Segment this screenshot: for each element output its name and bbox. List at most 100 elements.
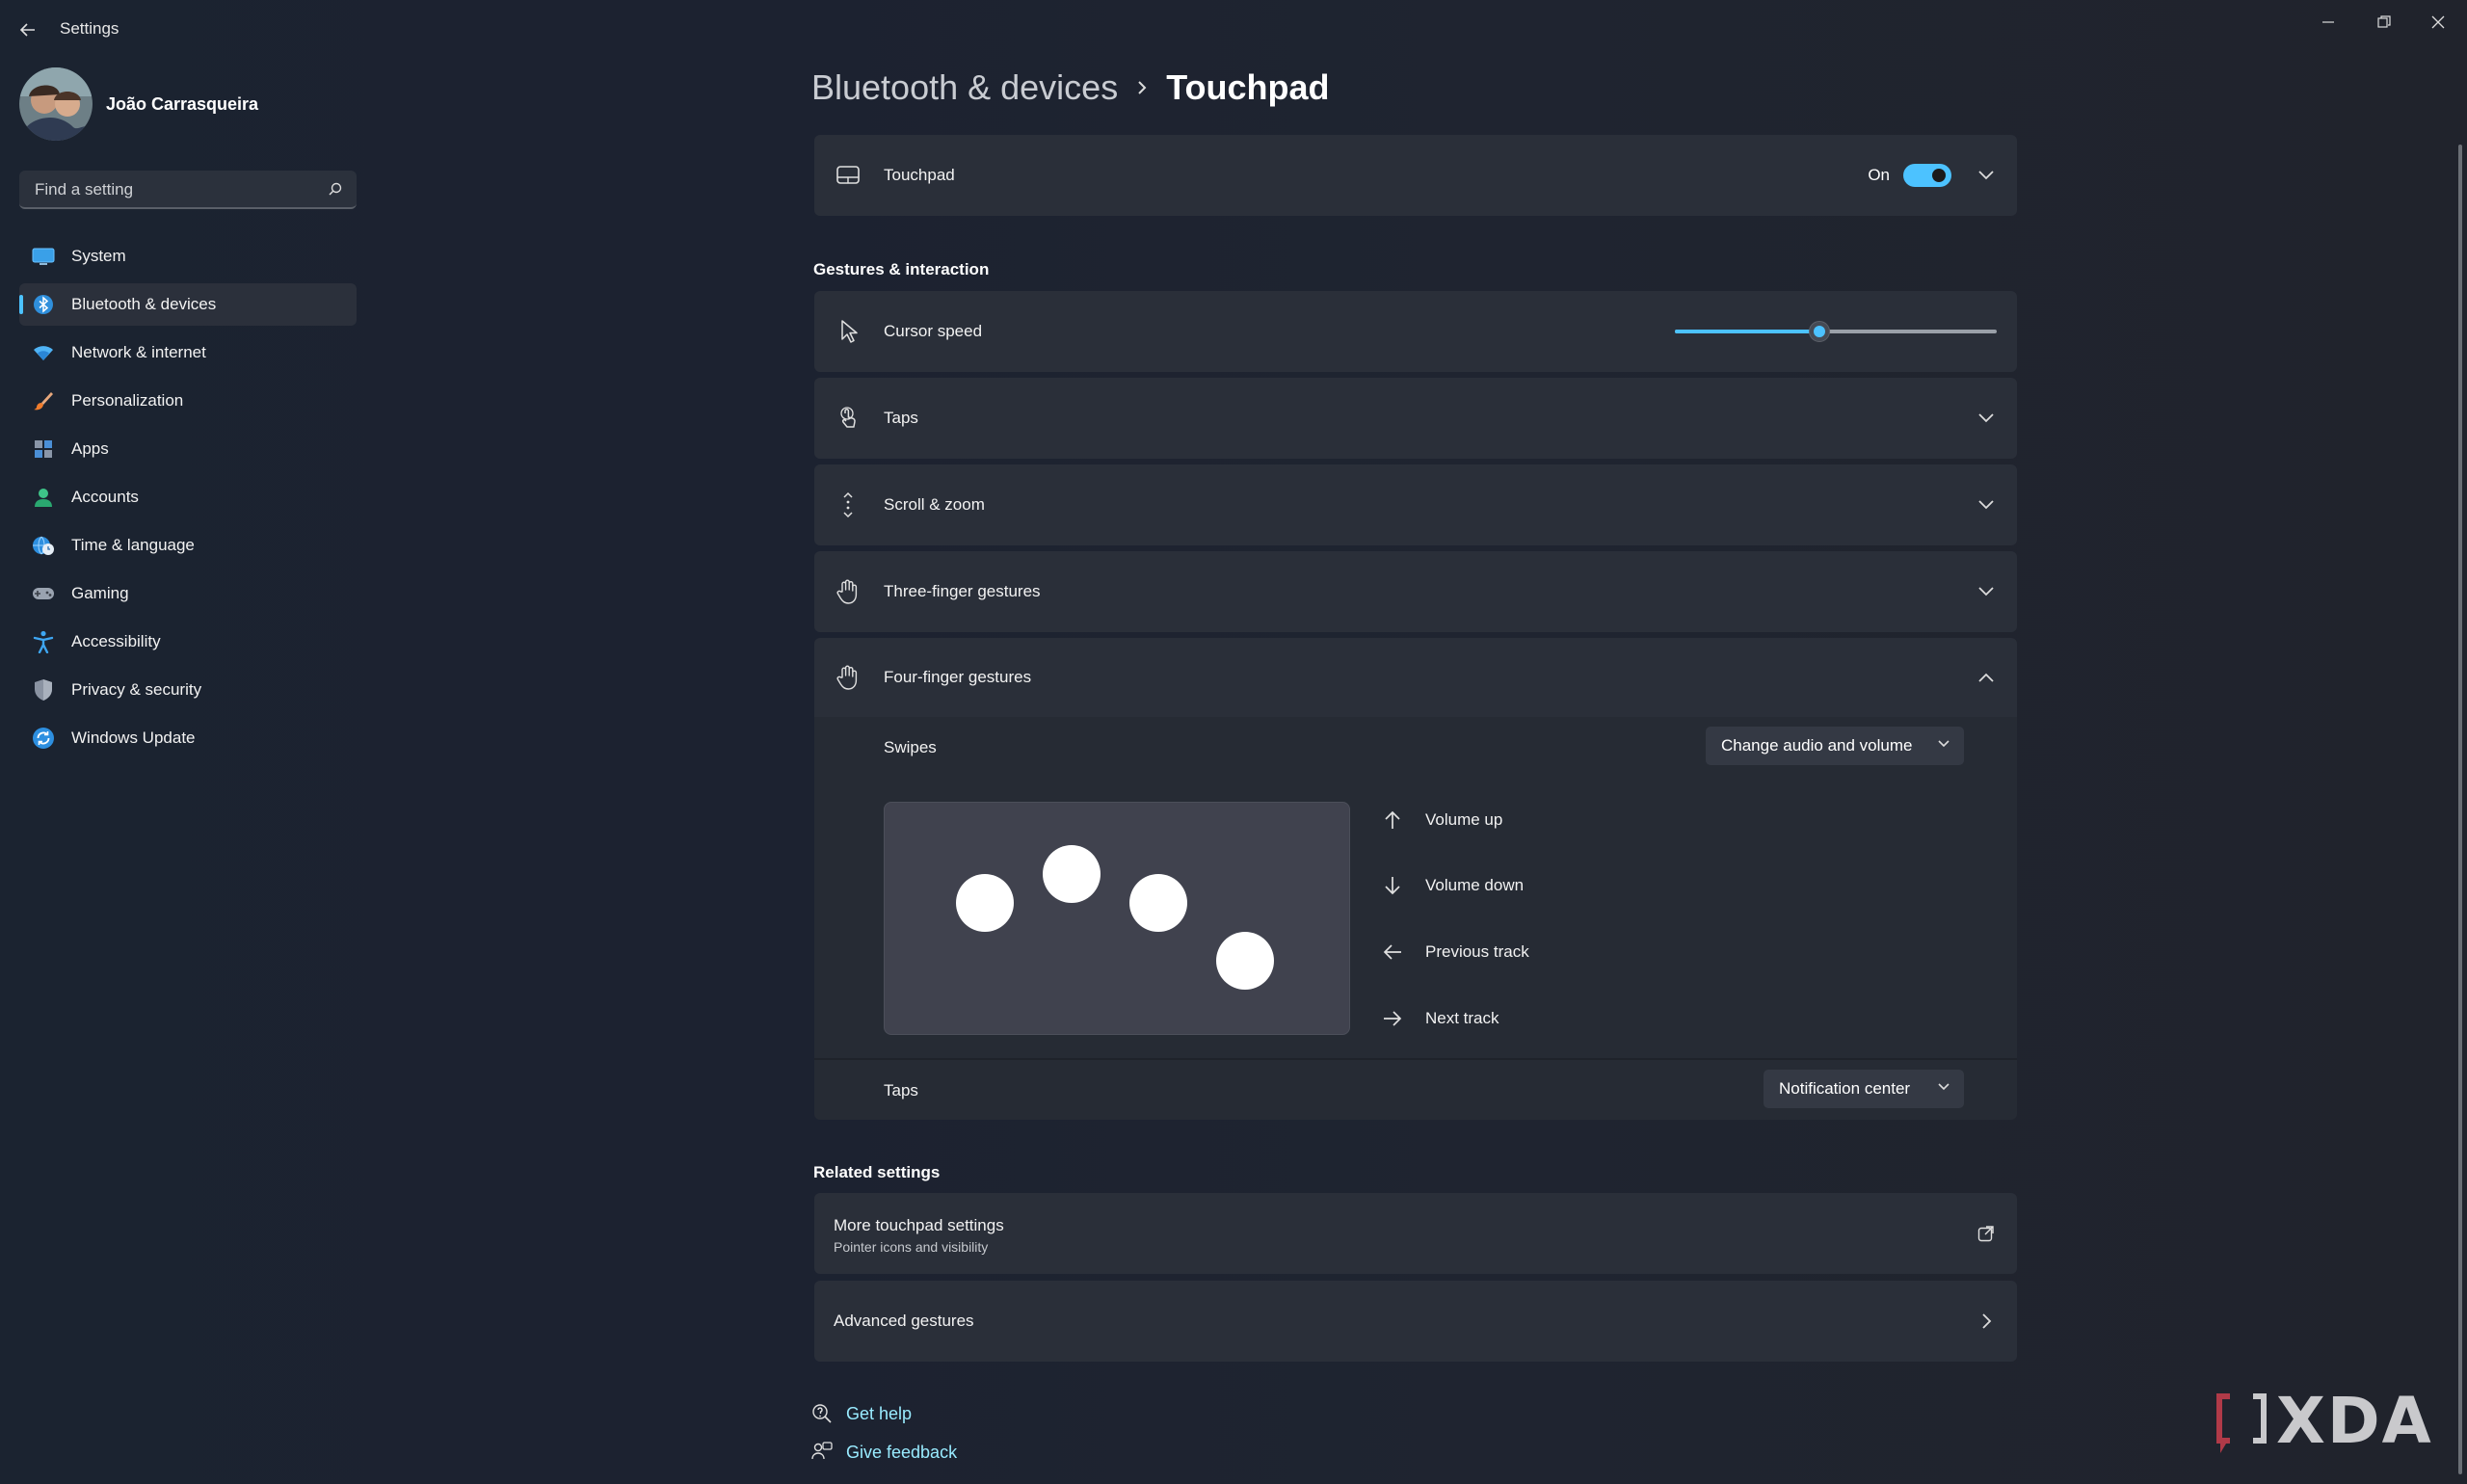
xda-text: XDA [2276, 1384, 2433, 1458]
sidebar-item-time-language[interactable]: Time & language [19, 524, 357, 567]
breadcrumb: Bluetooth & devices Touchpad [811, 67, 1330, 108]
restore-icon [2377, 15, 2391, 28]
give-feedback-text[interactable]: Give feedback [846, 1443, 957, 1463]
toggle-state-text: On [1868, 166, 1890, 184]
user-profile[interactable]: João Carrasqueira [19, 67, 258, 141]
sidebar-nav: System Bluetooth & devices Network & int… [19, 235, 357, 765]
search-box[interactable] [19, 171, 357, 209]
gesture-swipe-up: Volume up [1381, 808, 1502, 832]
more-touchpad-settings-card[interactable]: More touchpad settings Pointer icons and… [814, 1193, 2017, 1274]
advanced-gestures-title: Advanced gestures [834, 1312, 974, 1330]
gesture-label: Volume up [1425, 810, 1503, 829]
chevron-down-icon [1938, 1083, 1950, 1091]
chevron-right-icon [1135, 78, 1149, 97]
swipes-dropdown[interactable]: Change audio and volume [1706, 727, 1964, 765]
more-touchpad-subtitle: Pointer icons and visibility [834, 1239, 989, 1255]
wifi-icon [31, 340, 56, 365]
back-button[interactable] [13, 15, 42, 44]
person-icon [31, 485, 56, 510]
gesture-label: Previous track [1425, 942, 1529, 961]
breadcrumb-parent[interactable]: Bluetooth & devices [811, 67, 1118, 108]
arrow-up-icon [1381, 808, 1404, 832]
gesture-swipe-right: Next track [1381, 1007, 1499, 1030]
get-help-text[interactable]: Get help [846, 1404, 912, 1424]
touchpad-icon [834, 161, 862, 190]
chevron-down-icon[interactable] [1975, 580, 1998, 603]
scroll-icon [834, 490, 862, 519]
section-title-gestures: Gestures & interaction [813, 260, 990, 278]
user-name: João Carrasqueira [106, 93, 259, 114]
touchpad-toggle[interactable] [1903, 164, 1951, 187]
help-icon [812, 1404, 832, 1423]
chevron-right-icon[interactable] [1975, 1310, 1998, 1333]
chevron-down-icon[interactable] [1975, 493, 1998, 517]
sidebar-item-accounts[interactable]: Accounts [19, 476, 357, 518]
sidebar-item-system[interactable]: System [19, 235, 357, 278]
close-button[interactable] [2411, 6, 2465, 39]
hand-icon [834, 577, 862, 606]
search-icon[interactable] [328, 181, 343, 197]
sidebar-item-apps[interactable]: Apps [19, 428, 357, 470]
cursor-icon [834, 317, 862, 346]
arrow-right-icon [1381, 1007, 1404, 1030]
sidebar-item-bluetooth-devices[interactable]: Bluetooth & devices [19, 283, 357, 326]
taps-card[interactable]: Taps [814, 378, 2017, 459]
globe-clock-icon [31, 533, 56, 558]
restore-button[interactable] [2357, 6, 2411, 39]
four-finger-card[interactable]: Four-finger gestures [814, 638, 2017, 717]
scrollbar[interactable] [2458, 145, 2462, 1474]
touchpad-toggle-card[interactable]: Touchpad On [814, 135, 2017, 216]
search-input[interactable] [33, 171, 326, 209]
cursor-speed-slider[interactable] [1675, 321, 1997, 342]
sidebar-item-network-internet[interactable]: Network & internet [19, 331, 357, 374]
sidebar-item-windows-update[interactable]: Windows Update [19, 717, 357, 759]
arrow-down-icon [1381, 874, 1404, 897]
sidebar-item-privacy-security[interactable]: Privacy & security [19, 669, 357, 711]
sidebar-item-label: Windows Update [71, 729, 196, 747]
finger-dot [1216, 932, 1274, 990]
cursor-speed-card: Cursor speed [814, 291, 2017, 372]
minimize-button[interactable] [2301, 6, 2355, 39]
four-finger-expanded-panel: Swipes Change audio and volume Volume up… [814, 717, 2017, 1120]
xda-watermark: XDA [2213, 1384, 2433, 1458]
apps-icon [31, 437, 56, 462]
give-feedback-link[interactable]: Give feedback [811, 1442, 957, 1463]
tap-icon [834, 404, 862, 433]
close-icon [2431, 15, 2445, 29]
chevron-up-icon[interactable] [1975, 666, 1998, 689]
title-bar: Settings [0, 0, 2467, 58]
four-finger-taps-label: Taps [884, 1081, 918, 1100]
section-title-related: Related settings [813, 1163, 941, 1181]
sidebar-item-accessibility[interactable]: Accessibility [19, 621, 357, 663]
scroll-zoom-card[interactable]: Scroll & zoom [814, 464, 2017, 545]
brush-icon [31, 388, 56, 413]
advanced-gestures-card[interactable]: Advanced gestures [814, 1281, 2017, 1362]
gesture-swipe-down: Volume down [1381, 874, 1524, 897]
swipes-label: Swipes [884, 738, 937, 756]
chevron-down-icon[interactable] [1975, 407, 1998, 430]
app-title: Settings [60, 19, 119, 38]
swipes-dropdown-value: Change audio and volume [1721, 736, 1913, 755]
sidebar-item-gaming[interactable]: Gaming [19, 572, 357, 615]
finger-dot [1129, 874, 1187, 932]
chevron-down-icon[interactable] [1975, 164, 1998, 187]
sidebar-item-label: System [71, 247, 126, 265]
gesture-label: Next track [1425, 1009, 1499, 1027]
avatar [19, 67, 93, 141]
accessibility-icon [31, 629, 56, 654]
three-finger-card[interactable]: Three-finger gestures [814, 551, 2017, 632]
get-help-link[interactable]: Get help [811, 1403, 912, 1424]
divider [814, 1058, 2017, 1060]
gamepad-icon [31, 581, 56, 606]
sidebar-item-personalization[interactable]: Personalization [19, 380, 357, 422]
feedback-icon [811, 1442, 833, 1460]
external-link-icon[interactable] [1975, 1222, 1998, 1245]
touchpad-gesture-preview [884, 802, 1350, 1035]
sidebar-item-label: Network & internet [71, 343, 206, 361]
sidebar-item-label: Gaming [71, 584, 129, 602]
slider-fill [1675, 330, 1820, 333]
taps-dropdown-value: Notification center [1779, 1079, 1911, 1098]
bluetooth-icon [31, 292, 56, 317]
finger-dot [1043, 845, 1101, 903]
four-finger-taps-dropdown[interactable]: Notification center [1764, 1070, 1964, 1108]
